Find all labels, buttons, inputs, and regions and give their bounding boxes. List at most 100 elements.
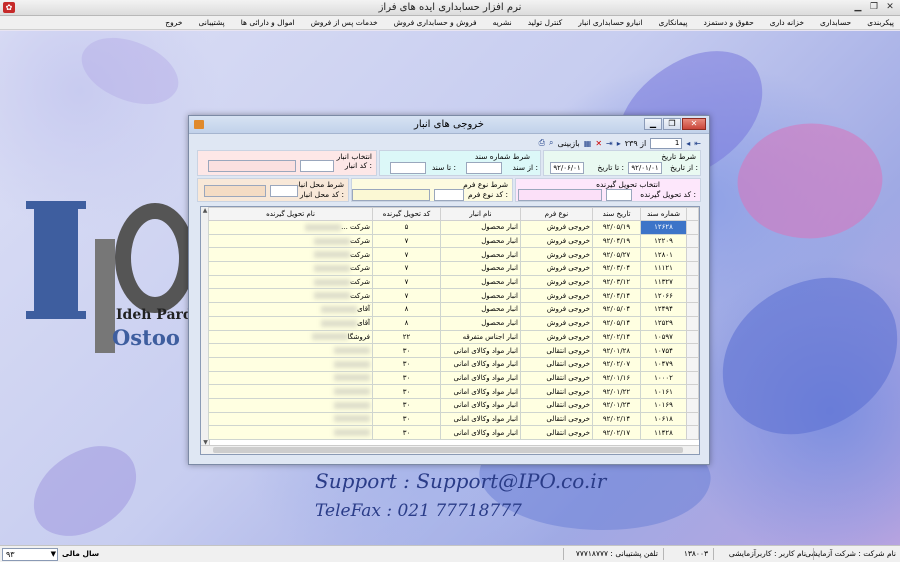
- dialog-restore-icon[interactable]: ❐: [663, 118, 681, 130]
- table-cell[interactable]: ۱۱۱۲۱: [640, 261, 687, 276]
- table-cell[interactable]: ۹۲/۰۱/۲۸: [592, 343, 641, 358]
- table-row[interactable]: ۱۲۵۲۹ ۹۲/۰۵/۱۴ خروجی فروش انبار محصول ۸ آقای: [208, 315, 699, 331]
- menu-item-12[interactable]: خروج: [165, 18, 182, 27]
- table-cell[interactable]: ۱۲۲۰۹: [640, 233, 687, 249]
- column-header[interactable]: کد تحویل گیرنده: [372, 207, 441, 221]
- table-cell[interactable]: ۸: [372, 302, 441, 317]
- page-number-input[interactable]: 1: [650, 137, 683, 149]
- table-cell[interactable]: انبار محصول: [440, 247, 521, 263]
- location-code-input[interactable]: [270, 185, 298, 197]
- table-cell[interactable]: انبار محصول: [440, 220, 521, 235]
- column-header[interactable]: تاریخ سند: [592, 207, 641, 221]
- table-cell[interactable]: خروجی فروش: [520, 261, 593, 276]
- column-header[interactable]: نام انبار: [440, 207, 521, 221]
- table-cell[interactable]: ۱۰۱۶۹: [640, 397, 687, 413]
- table-cell[interactable]: انبار محصول: [440, 302, 521, 317]
- table-cell[interactable]: انبار مواد وکالای امانی: [440, 343, 521, 358]
- table-cell[interactable]: شرکت: [208, 261, 373, 276]
- row-header[interactable]: [686, 384, 699, 399]
- table-cell[interactable]: ۳۰: [372, 384, 441, 399]
- menu-item-6[interactable]: کنترل تولید: [528, 18, 563, 27]
- refresh-label[interactable]: بازبینی: [558, 139, 580, 148]
- table-cell[interactable]: ۹۲/۰۳/۰۴: [592, 261, 641, 276]
- to-date-input[interactable]: ۹۲/۰۶/۰۱: [550, 162, 584, 174]
- table-cell[interactable]: انبار محصول: [440, 288, 521, 304]
- table-cell[interactable]: ۱۲۶۲۸: [640, 220, 687, 235]
- table-cell[interactable]: ۹۲/۰۱/۱۶: [592, 370, 641, 386]
- chevron-down-icon[interactable]: ▼: [51, 549, 56, 560]
- row-header[interactable]: [686, 288, 699, 304]
- last-record-icon[interactable]: ⇥: [606, 139, 613, 148]
- table-cell[interactable]: انبار محصول: [440, 261, 521, 276]
- table-cell[interactable]: ۵: [372, 220, 441, 235]
- table-row[interactable]: ۱۰۱۶۱ ۹۲/۰۱/۲۲ خروجی انتقالی انبار مواد وکا…: [208, 384, 699, 399]
- table-cell[interactable]: ۹۲/۰۴/۱۴: [592, 288, 641, 304]
- table-cell[interactable]: انبار مواد وکالای امانی: [440, 425, 521, 440]
- table-cell[interactable]: ۱۰۴۷۹: [640, 356, 687, 372]
- row-header[interactable]: [686, 343, 699, 358]
- table-cell[interactable]: ۸: [372, 315, 441, 331]
- row-header[interactable]: [686, 274, 699, 290]
- table-cell[interactable]: [208, 411, 373, 427]
- menu-item-11[interactable]: پشتیبانی: [199, 18, 225, 27]
- row-header[interactable]: [686, 370, 699, 386]
- table-cell[interactable]: ۲۲: [372, 329, 441, 345]
- table-cell[interactable]: ۹۲/۰۵/۲۷: [592, 247, 641, 263]
- row-header[interactable]: [686, 411, 699, 427]
- table-cell[interactable]: انبار مواد وکالای امانی: [440, 356, 521, 372]
- table-row[interactable]: ۱۰۰۰۲ ۹۲/۰۱/۱۶ خروجی انتقالی انبار مواد وکا…: [208, 370, 699, 386]
- table-cell[interactable]: [208, 384, 373, 399]
- table-cell[interactable]: خروجی فروش: [520, 274, 593, 290]
- table-cell[interactable]: انبار اجناس متفرقه: [440, 329, 521, 345]
- row-header[interactable]: [686, 233, 699, 249]
- table-cell[interactable]: شرکت: [208, 274, 373, 290]
- menu-item-10[interactable]: اموال و دارائی ها: [241, 18, 295, 27]
- table-cell[interactable]: ۱۰۰۰۲: [640, 370, 687, 386]
- print-icon[interactable]: ⎙: [539, 138, 545, 148]
- table-cell[interactable]: ۳۰: [372, 397, 441, 413]
- table-cell[interactable]: خروجی انتقالی: [520, 370, 593, 386]
- table-cell[interactable]: خروجی انتقالی: [520, 425, 593, 440]
- table-cell[interactable]: ۱۰۶۱۸: [640, 411, 687, 427]
- table-row[interactable]: ۱۰۴۷۹ ۹۲/۰۲/۰۷ خروجی انتقالی انبار مواد وکا…: [208, 356, 699, 372]
- table-cell[interactable]: شرکت ...: [208, 220, 373, 235]
- menu-item-0[interactable]: پیکربندی: [867, 18, 894, 27]
- table-cell[interactable]: ۹۲/۰۵/۰۴: [592, 302, 641, 317]
- table-cell[interactable]: انبار مواد وکالای امانی: [440, 384, 521, 399]
- table-row[interactable]: ۱۱۴۲۸ ۹۲/۰۲/۱۷ خروجی انتقالی انبار مواد وکا…: [208, 425, 699, 440]
- dialog-minimize-icon[interactable]: ▁: [644, 118, 662, 130]
- row-header[interactable]: [686, 302, 699, 317]
- table-cell[interactable]: ۷: [372, 233, 441, 249]
- table-row[interactable]: ۱۰۵۹۷ ۹۲/۰۲/۱۴ خروجی فروش انبار اجناس متفرق…: [208, 329, 699, 345]
- table-cell[interactable]: خروجی فروش: [520, 288, 593, 304]
- table-cell[interactable]: ۷: [372, 288, 441, 304]
- table-cell[interactable]: شرکت: [208, 247, 373, 263]
- table-cell[interactable]: [208, 370, 373, 386]
- table-cell[interactable]: ۹۲/۰۲/۰۷: [592, 356, 641, 372]
- row-header[interactable]: [686, 261, 699, 276]
- formtype-code-input[interactable]: [434, 189, 464, 201]
- table-row[interactable]: ۱۲۲۰۹ ۹۲/۰۴/۱۹ خروجی فروش انبار محصول ۷ شرکت: [208, 233, 699, 249]
- table-cell[interactable]: ۹۲/۰۵/۱۹: [592, 220, 641, 235]
- table-cell[interactable]: فروشگا: [208, 329, 373, 345]
- table-row[interactable]: ۱۲۸۰۱ ۹۲/۰۵/۲۷ خروجی فروش انبار محصول ۷ شرکت: [208, 247, 699, 263]
- table-cell[interactable]: خروجی فروش: [520, 315, 593, 331]
- table-cell[interactable]: ۹۲/۰۲/۱۴: [592, 329, 641, 345]
- table-row[interactable]: ۱۲۴۹۴ ۹۲/۰۵/۰۴ خروجی فروش انبار محصول ۸ آقای: [208, 302, 699, 317]
- table-cell[interactable]: ۹۲/۰۵/۱۴: [592, 315, 641, 331]
- table-cell[interactable]: ۱۲۰۶۶: [640, 288, 687, 304]
- table-cell[interactable]: ۹۲/۰۴/۱۹: [592, 233, 641, 249]
- horizontal-scrollbar[interactable]: [201, 445, 699, 454]
- table-cell[interactable]: خروجی انتقالی: [520, 343, 593, 358]
- table-cell[interactable]: خروجی فروش: [520, 302, 593, 317]
- minimize-icon[interactable]: ▁: [852, 2, 864, 13]
- table-cell[interactable]: ۳۰: [372, 411, 441, 427]
- menu-item-1[interactable]: حسابداری: [820, 18, 851, 27]
- menu-item-3[interactable]: حقوق و دستمزد: [703, 18, 753, 27]
- table-cell[interactable]: خروجی انتقالی: [520, 384, 593, 399]
- table-cell[interactable]: ۱۲۸۰۱: [640, 247, 687, 263]
- table-cell[interactable]: خروجی انتقالی: [520, 397, 593, 413]
- table-cell[interactable]: ۱۱۴۲۸: [640, 425, 687, 440]
- table-cell[interactable]: [208, 397, 373, 413]
- table-cell[interactable]: ۱۲۴۹۴: [640, 302, 687, 317]
